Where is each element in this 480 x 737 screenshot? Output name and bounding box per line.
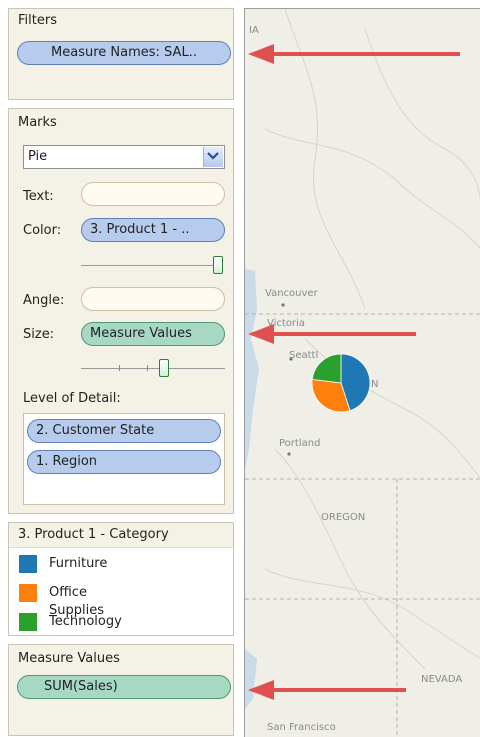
mark-type-dropdown[interactable]: Pie	[23, 145, 225, 169]
filters-title: Filters	[18, 13, 57, 28]
level-of-detail-label: Level of Detail:	[23, 391, 121, 406]
size-slider[interactable]	[159, 359, 169, 377]
map-label-corner: IA	[249, 25, 259, 36]
marks-title: Marks	[18, 115, 57, 130]
color-legend-panel: 3. Product 1 - Category Furniture Office…	[8, 522, 234, 636]
filter-pill-measure-names[interactable]: Measure Names: SAL..	[17, 41, 231, 65]
pie-slice-technology[interactable]	[311, 353, 342, 384]
text-shelf-label: Text:	[23, 189, 54, 204]
size-shelf-label: Size:	[23, 327, 55, 342]
chevron-down-icon[interactable]	[203, 147, 223, 167]
color-legend-title: 3. Product 1 - Category	[18, 527, 169, 542]
pie-mark[interactable]	[309, 351, 373, 415]
map-label-oregon: OREGON	[321, 512, 366, 523]
annotation-arrow-filters	[248, 44, 460, 64]
measure-values-title: Measure Values	[18, 651, 120, 666]
map-label-portland: Portland	[279, 438, 321, 449]
size-slider-tick	[119, 365, 120, 371]
marks-panel: Marks Pie Text: Color: 3. Product 1 - ..…	[8, 108, 234, 514]
color-opacity-track	[81, 265, 217, 266]
legend-label: Furniture	[49, 556, 108, 571]
size-shelf-pill[interactable]: Measure Values	[81, 322, 225, 346]
map-label-nevada: NEVADA	[421, 674, 463, 685]
lod-pill-region[interactable]: 1. Region	[27, 450, 221, 474]
legend-swatch	[19, 555, 37, 573]
filters-panel: Filters Measure Names: SAL..	[8, 8, 234, 100]
legend-swatch	[19, 613, 37, 631]
lod-pill-customer-state[interactable]: 2. Customer State	[27, 419, 221, 443]
size-slider-track	[81, 368, 225, 369]
map-view[interactable]: IA Vancouver Victoria Seattl N Portland …	[244, 8, 480, 737]
mark-type-value: Pie	[28, 149, 48, 164]
annotation-arrow-size	[248, 324, 416, 344]
map-label-san-francisco: San Francisco	[267, 722, 336, 733]
legend-swatch	[19, 584, 37, 602]
map-label-vancouver: Vancouver	[265, 288, 318, 299]
measure-values-pill-sum-sales[interactable]: SUM(Sales)	[17, 675, 231, 699]
color-shelf-pill[interactable]: 3. Product 1 - ..	[81, 218, 225, 242]
legend-label: Technology	[49, 614, 122, 629]
angle-shelf[interactable]	[81, 287, 225, 311]
annotation-arrow-measure-values	[248, 680, 406, 700]
measure-values-panel: Measure Values SUM(Sales)	[8, 644, 234, 736]
color-opacity-slider[interactable]	[213, 256, 223, 274]
color-legend-header: 3. Product 1 - Category	[9, 523, 233, 548]
text-shelf[interactable]	[81, 182, 225, 206]
level-of-detail-shelf[interactable]: 2. Customer State 1. Region	[23, 413, 225, 505]
size-slider-tick	[147, 365, 148, 371]
color-shelf-label: Color:	[23, 223, 62, 238]
angle-shelf-label: Angle:	[23, 293, 65, 308]
